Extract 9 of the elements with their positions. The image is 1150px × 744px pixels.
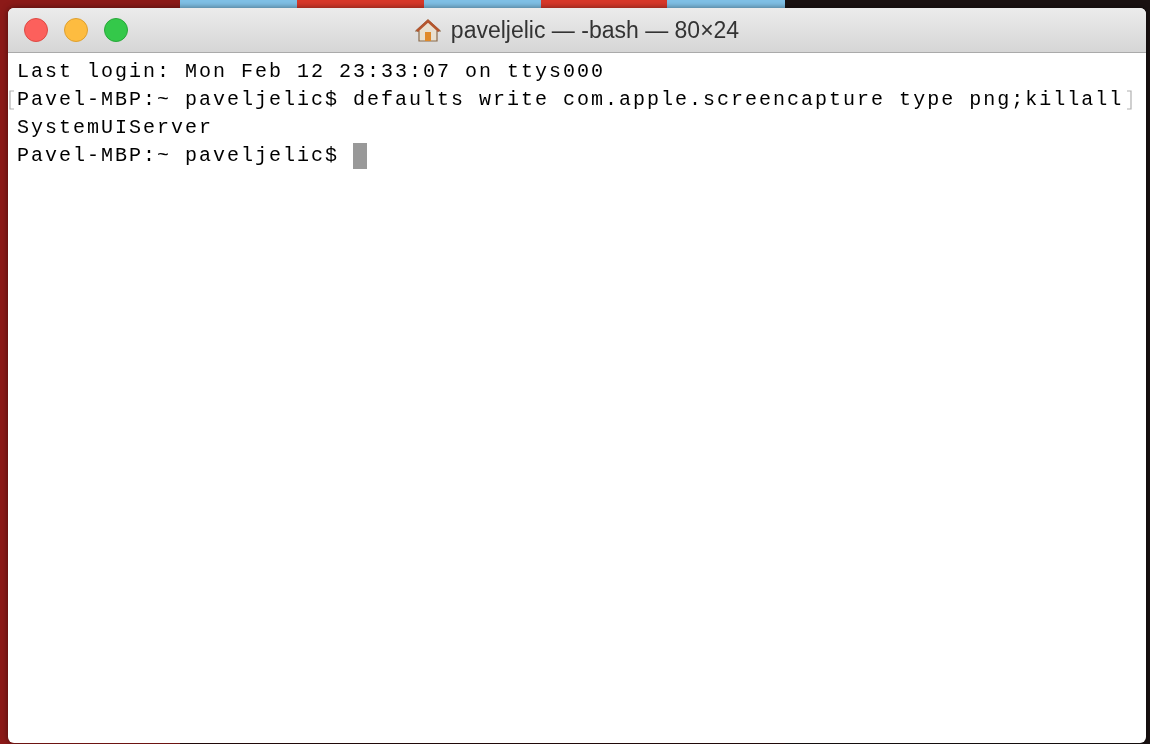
- home-icon: [414, 18, 441, 42]
- window-title: paveljelic — -bash — 80×24: [450, 15, 740, 45]
- minimize-button[interactable]: [64, 18, 88, 42]
- terminal-line: Pavel-MBP:~ paveljelic$ defaults write com.apple.screencapture type png;killall: [17, 87, 1124, 113]
- terminal-line: Last login: Mon Feb 12 23:33:07 on ttys000: [17, 59, 606, 85]
- close-button[interactable]: [24, 18, 48, 42]
- zoom-button[interactable]: [104, 18, 128, 42]
- terminal-line: Pavel-MBP:~ paveljelic$: [17, 143, 341, 169]
- terminal-line: SystemUIServer: [17, 115, 214, 141]
